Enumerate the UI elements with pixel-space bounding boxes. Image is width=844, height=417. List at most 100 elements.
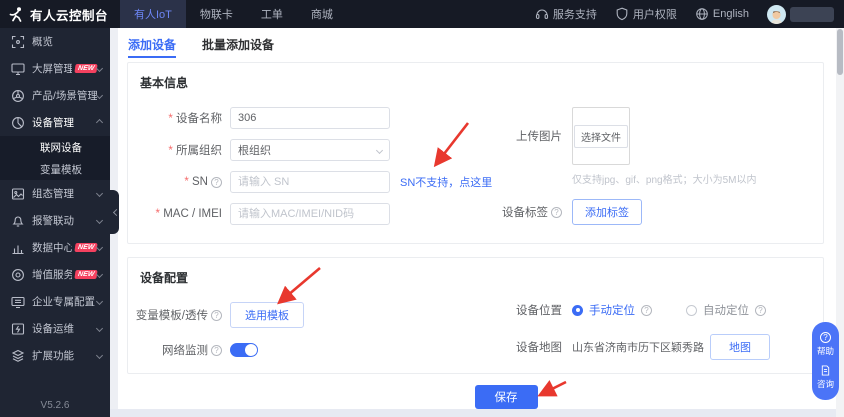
save-button[interactable]: 保存 [474, 385, 538, 409]
tab-bar: 添加设备 批量添加设备 [118, 28, 836, 58]
scrollbar-thumb[interactable] [837, 29, 843, 75]
help-question-icon[interactable]: ? [820, 332, 831, 343]
device-location-label: 设备位置 [516, 305, 562, 317]
organization-label: 所属组织 [168, 142, 222, 158]
bottom-strip [110, 409, 844, 417]
device-management-submenu: 联网设备 变量模板 [0, 136, 110, 180]
product-wheel-icon [12, 89, 24, 102]
upload-hint: 仅支持jpg、gif、png格式；大小为5M以内 [572, 175, 757, 186]
map-button[interactable]: 地图 [710, 334, 770, 360]
app-window: 有人云控制台 有人IoT 物联卡 工单 商城 服务支持 用户权限 English… [0, 0, 844, 417]
sidebar-item-data-center[interactable]: 数据中心 NEW [0, 234, 110, 261]
auto-locate-info-icon[interactable]: ? [755, 304, 766, 316]
auto-locate-radio[interactable] [686, 304, 697, 316]
monitor-lines-icon [11, 296, 25, 308]
add-tag-button[interactable]: 添加标签 [572, 199, 642, 225]
device-map-label: 设备地图 [516, 342, 562, 354]
monitor-icon [11, 62, 25, 75]
device-name-input[interactable] [230, 107, 390, 129]
app-title: 有人云控制台 [30, 8, 109, 23]
sidebar-item-value-added-services[interactable]: 增值服务 NEW [0, 261, 110, 288]
sidebar-collapse-handle[interactable] [108, 190, 121, 234]
manual-locate-info-icon[interactable]: ? [641, 304, 652, 316]
mac-imei-label: MAC / IMEI [156, 208, 222, 220]
content-page: 添加设备 批量添加设备 基本信息 设备名称 所属组织 根组 [118, 28, 836, 409]
nav-item-work-order[interactable]: 工单 [247, 0, 297, 28]
network-info-icon[interactable]: ? [211, 344, 222, 356]
new-badge: NEW [74, 243, 98, 252]
service-support[interactable]: 服务支持 [535, 6, 597, 22]
overview-icon [11, 35, 25, 48]
sidebar-subitem-variable-template[interactable]: 变量模板 [0, 158, 110, 180]
top-header: 有人云控制台 有人IoT 物联卡 工单 商城 服务支持 用户权限 English [0, 0, 844, 28]
basic-info-title: 基本信息 [140, 76, 189, 90]
variable-template-label: 变量模板/透传 [135, 310, 208, 322]
top-nav: 有人IoT 物联卡 工单 商城 [120, 0, 347, 28]
template-info-icon[interactable]: ? [211, 309, 222, 321]
user-permissions[interactable]: 用户权限 [615, 6, 677, 22]
brand-running-person-icon [9, 7, 22, 22]
manual-locate-label[interactable]: 手动定位 [589, 302, 635, 318]
network-monitor-toggle[interactable] [230, 343, 258, 357]
chevron-down-icon [95, 270, 104, 279]
upload-dropzone[interactable]: 选择文件 [572, 107, 630, 165]
sidebar-item-device-management[interactable]: 设备管理 [0, 109, 110, 136]
layers-icon [11, 349, 25, 362]
manual-locate-radio[interactable] [572, 304, 583, 316]
shield-icon [616, 7, 628, 21]
sn-not-supported-link[interactable]: SN不支持，点这里 [400, 174, 492, 190]
basic-info-section: 基本信息 设备名称 所属组织 根组织 [127, 62, 824, 244]
sidebar-item-product-scene[interactable]: 产品/场景管理 [0, 82, 110, 109]
tags-info-icon[interactable]: ? [551, 206, 562, 218]
chevron-down-icon [95, 216, 104, 225]
tab-batch-add-device[interactable]: 批量添加设备 [202, 36, 274, 58]
user-account[interactable] [767, 4, 834, 24]
language-switcher[interactable]: English [695, 7, 749, 21]
sidebar-item-alarm-linkage[interactable]: 报警联动 [0, 207, 110, 234]
nav-item-mall[interactable]: 商城 [297, 0, 347, 28]
sn-info-icon[interactable]: ? [211, 176, 222, 188]
chevron-left-icon [112, 208, 121, 216]
sidebar-item-extensions[interactable]: 扩展功能 [0, 342, 110, 369]
select-template-button[interactable]: 选用模板 [230, 302, 304, 328]
device-tags-label: 设备标签 [502, 207, 548, 219]
chevron-down-icon [95, 324, 104, 333]
document-icon[interactable] [820, 365, 831, 376]
sn-input[interactable] [230, 171, 390, 193]
chevron-down-icon [95, 64, 104, 73]
target-icon [12, 268, 24, 281]
ops-box-icon [11, 322, 25, 335]
device-config-section: 设备配置 变量模板/透传 ? 选用模板 网络监测 ? 设备位置 手动定位 ? 自… [127, 257, 824, 374]
organization-select[interactable]: 根组织 [230, 139, 390, 161]
choose-file-button[interactable]: 选择文件 [574, 124, 628, 148]
sidebar-item-configuration-mgmt[interactable]: 组态管理 [0, 180, 110, 207]
logo[interactable]: 有人云控制台 [0, 5, 112, 24]
nav-item-iot-card[interactable]: 物联卡 [186, 0, 247, 28]
main-area: 添加设备 批量添加设备 基本信息 设备名称 所属组织 根组 [110, 28, 844, 417]
avatar-face-icon [771, 10, 782, 24]
image-icon [11, 187, 25, 200]
globe-icon [696, 8, 708, 20]
device-address: 山东省济南市历下区颖秀路 [572, 342, 704, 354]
sidebar-item-bigscreen[interactable]: 大屏管理 NEW [0, 55, 110, 82]
sn-label: SN [184, 176, 208, 188]
mac-imei-input[interactable] [230, 203, 390, 225]
sidebar-subitem-networked-devices[interactable]: 联网设备 [0, 136, 110, 158]
tab-add-device[interactable]: 添加设备 [128, 36, 177, 58]
new-badge: NEW [74, 270, 98, 279]
chevron-up-icon [95, 118, 104, 127]
sidebar-item-overview[interactable]: 概览 [0, 28, 110, 55]
headset-icon [535, 9, 548, 20]
sidebar-item-enterprise-config[interactable]: 企业专属配置 [0, 288, 110, 315]
auto-locate-label[interactable]: 自动定位 [703, 302, 749, 318]
network-monitor-label: 网络监测 [162, 345, 208, 357]
bar-chart-icon [12, 245, 24, 254]
consult-button[interactable]: 咨询 [817, 378, 834, 390]
sidebar: 概览 大屏管理 NEW 产品/场景管理 设备管理 联网设备 变量模板 组态管理 … [0, 28, 110, 417]
chevron-down-icon [95, 297, 104, 306]
sidebar-item-device-ops[interactable]: 设备运维 [0, 315, 110, 342]
new-badge: NEW [74, 64, 98, 73]
help-button[interactable]: 帮助 [817, 345, 834, 357]
nav-item-usr-iot[interactable]: 有人IoT [120, 0, 186, 28]
avatar [767, 4, 786, 24]
